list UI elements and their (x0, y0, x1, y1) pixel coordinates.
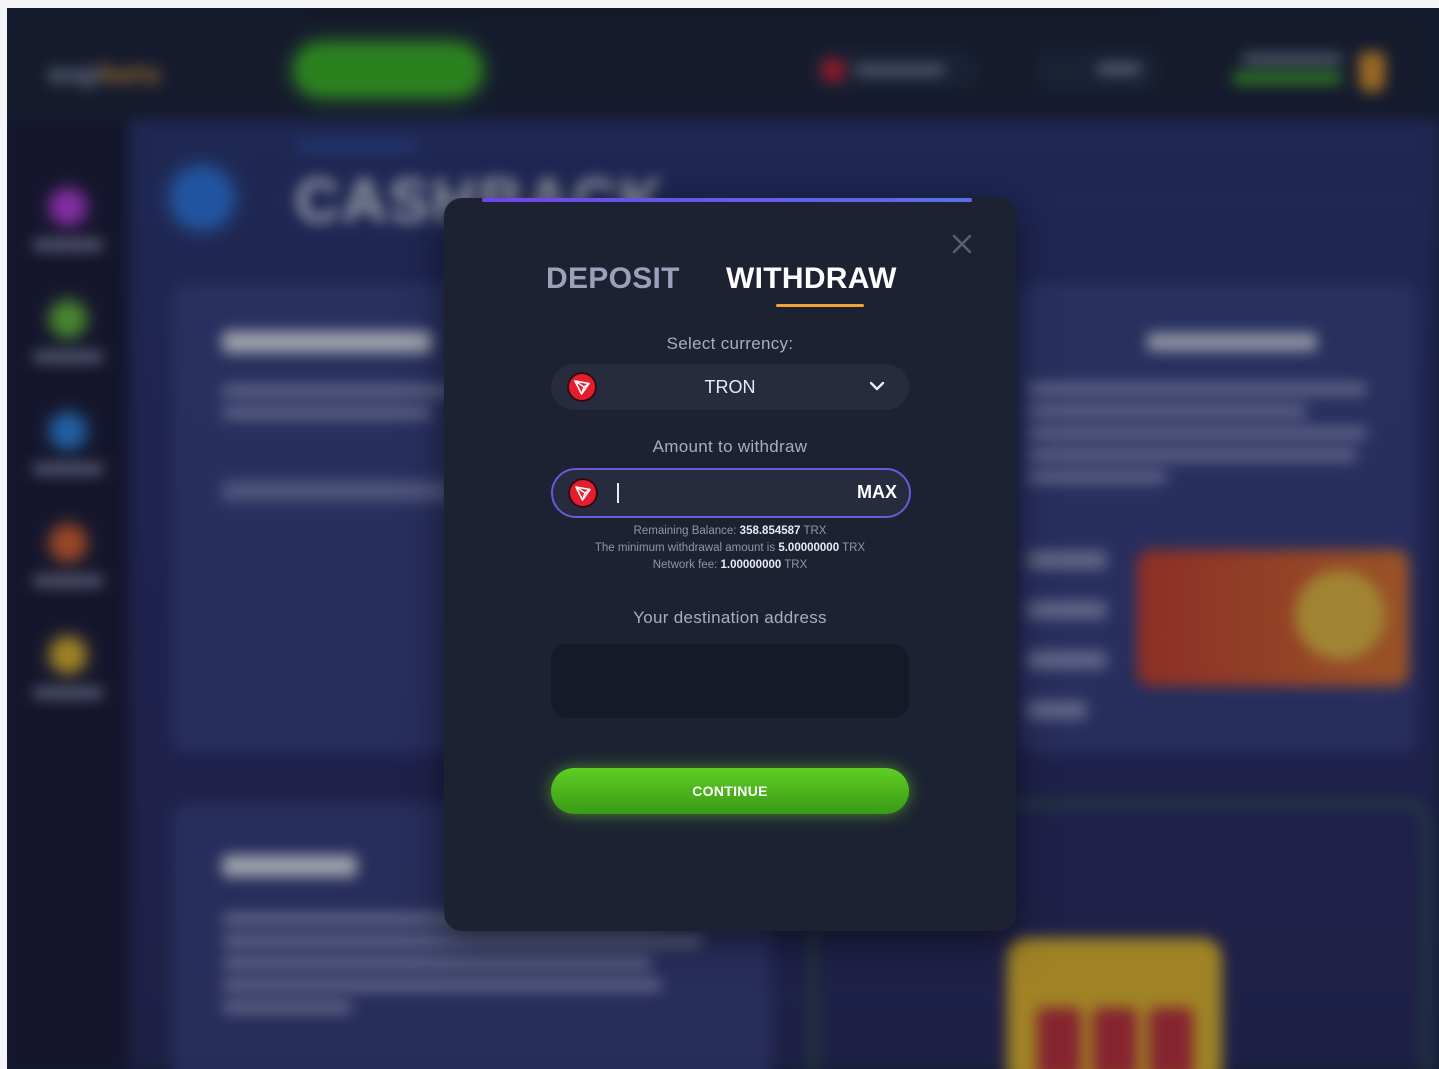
currency-label: Select currency: (666, 334, 794, 353)
currency-select[interactable]: TRON (551, 364, 909, 410)
max-button[interactable]: MAX (857, 482, 897, 503)
network-fee-unit: TRX (784, 559, 808, 571)
close-icon[interactable] (950, 232, 974, 256)
remaining-balance-label: Remaining Balance: (633, 525, 737, 537)
amount-label: Amount to withdraw (652, 437, 808, 456)
chevron-down-icon (869, 378, 885, 394)
tron-icon (568, 478, 598, 508)
network-fee-value: 1.00000000 (720, 559, 782, 571)
destination-address-field[interactable] (551, 644, 909, 718)
tab-deposit[interactable]: DEPOSIT (546, 262, 680, 296)
currency-selected-value: TRON (704, 377, 756, 397)
active-tab-underline (776, 304, 864, 307)
minimum-withdrawal-value: 5.00000000 (778, 542, 840, 554)
modal-accent-bar (482, 198, 972, 202)
tab-withdraw[interactable]: WITHDRAW (726, 262, 897, 296)
wallet-modal: DEPOSIT WITHDRAW Select currency: TRON A… (444, 198, 1016, 931)
network-fee: Network fee: 1.00000000 TRX (444, 559, 1016, 571)
amount-input[interactable]: MAX (551, 468, 911, 518)
modal-tabs: DEPOSIT WITHDRAW (444, 262, 1016, 312)
remaining-balance-value: 358.854587 (739, 525, 801, 537)
remaining-balance: Remaining Balance: 358.854587 TRX (444, 525, 1016, 537)
minimum-withdrawal-unit: TRX (842, 542, 866, 554)
minimum-withdrawal: The minimum withdrawal amount is 5.00000… (444, 542, 1016, 554)
text-caret (617, 483, 619, 503)
minimum-withdrawal-label: The minimum withdrawal amount is (594, 542, 776, 554)
remaining-balance-unit: TRX (803, 525, 827, 537)
address-label: Your destination address (633, 608, 827, 627)
continue-button[interactable]: CONTINUE (551, 768, 909, 814)
network-fee-label: Network fee: (652, 559, 718, 571)
